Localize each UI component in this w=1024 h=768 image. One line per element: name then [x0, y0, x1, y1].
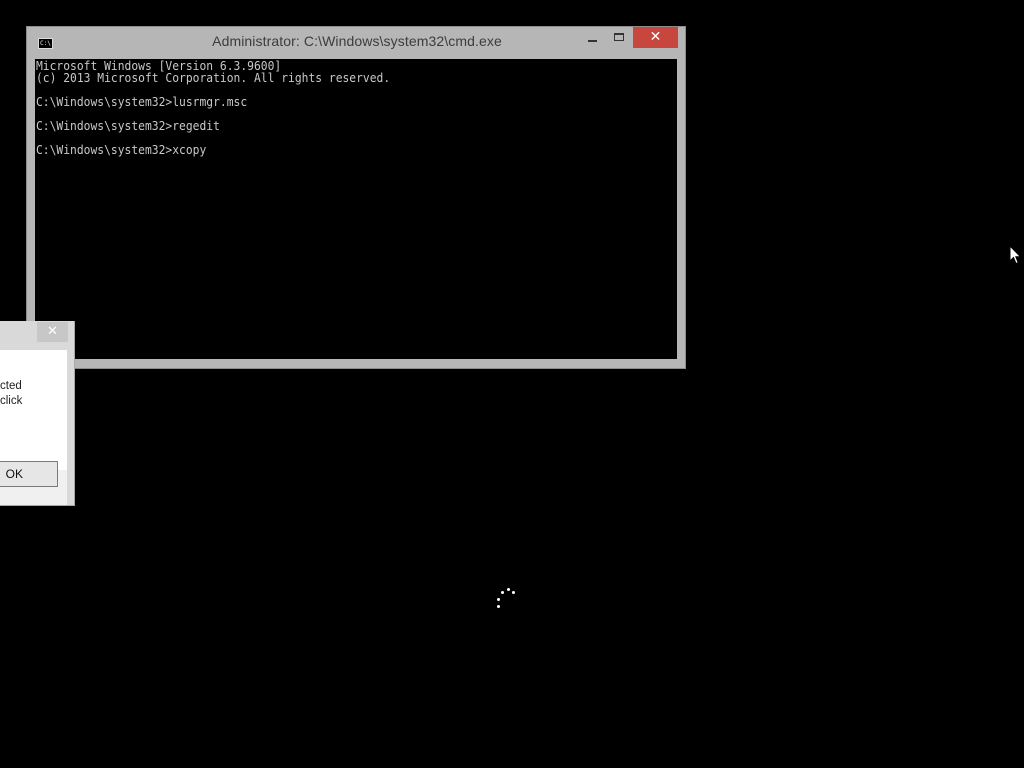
spinner-dot	[497, 598, 500, 601]
minimize-button[interactable]	[579, 27, 606, 48]
spinner-dot	[512, 591, 515, 594]
message-text: click	[0, 395, 23, 407]
loading-spinner-icon	[492, 585, 520, 613]
cmd-titlebar[interactable]: C:\ Administrator: C:\Windows\system32\c…	[27, 27, 685, 59]
spinner-dot	[501, 591, 504, 594]
mouse-pointer-icon	[1009, 245, 1022, 265]
close-icon: ✕	[47, 324, 58, 339]
maximize-button[interactable]	[606, 27, 633, 48]
ok-button[interactable]: OK	[0, 461, 58, 487]
console-line: C:\Windows\system32>lusrmgr.msc	[36, 95, 248, 109]
spinner-dot	[497, 605, 500, 608]
close-button[interactable]: ✕	[633, 27, 678, 48]
message-box-close-button[interactable]: ✕	[37, 322, 68, 342]
cmd-window[interactable]: C:\ Administrator: C:\Windows\system32\c…	[26, 26, 686, 369]
message-box[interactable]: ✕ cted click OK	[0, 321, 75, 506]
close-icon: ✕	[649, 29, 662, 45]
message-box-body: cted click	[0, 350, 67, 470]
spinner-dot	[507, 588, 510, 591]
console-line: (c) 2013 Microsoft Corporation. All righ…	[36, 71, 391, 85]
console-output[interactable]: Microsoft Windows [Version 6.3.9600] (c)…	[35, 59, 677, 359]
minimize-icon	[588, 40, 597, 42]
console-line: C:\Windows\system32>xcopy	[36, 143, 207, 157]
console-line: C:\Windows\system32>regedit	[36, 119, 220, 133]
message-text: cted	[0, 380, 22, 392]
maximize-icon	[614, 33, 624, 41]
